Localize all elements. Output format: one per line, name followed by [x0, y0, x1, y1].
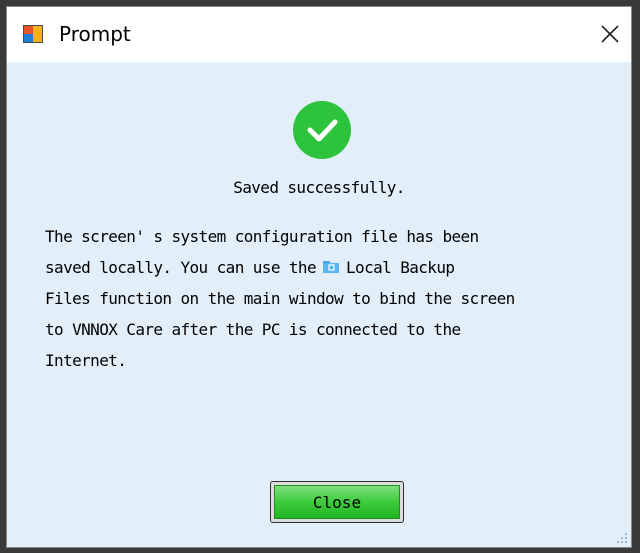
message-body: The screen' s system configuration file …	[45, 221, 629, 376]
message-line: The screen' s system configuration file …	[45, 227, 479, 246]
resize-grip-icon[interactable]	[616, 532, 628, 544]
message-line: Local Backup	[346, 258, 455, 277]
window-title: Prompt	[59, 22, 131, 46]
message-line-with-icon: saved locally. You can use the Local Bac…	[45, 252, 629, 283]
message-line: saved locally. You can use the	[45, 258, 317, 277]
local-backup-folder-icon	[323, 261, 339, 273]
title-bar: Prompt	[7, 7, 631, 62]
close-icon[interactable]	[593, 17, 627, 51]
checkmark-circle-icon	[293, 101, 351, 159]
message-line: Files function on the main window to bin…	[45, 289, 515, 308]
prompt-dialog: Prompt Saved successfully. The screen' s…	[6, 6, 632, 548]
status-message: Saved successfully.	[233, 178, 405, 197]
close-button-label: Close	[274, 485, 400, 519]
message-line: Internet.	[45, 351, 127, 370]
app-window-icon	[23, 25, 43, 43]
close-button[interactable]: Close	[270, 481, 404, 523]
message-line: to VNNOX Care after the PC is connected …	[45, 320, 461, 339]
